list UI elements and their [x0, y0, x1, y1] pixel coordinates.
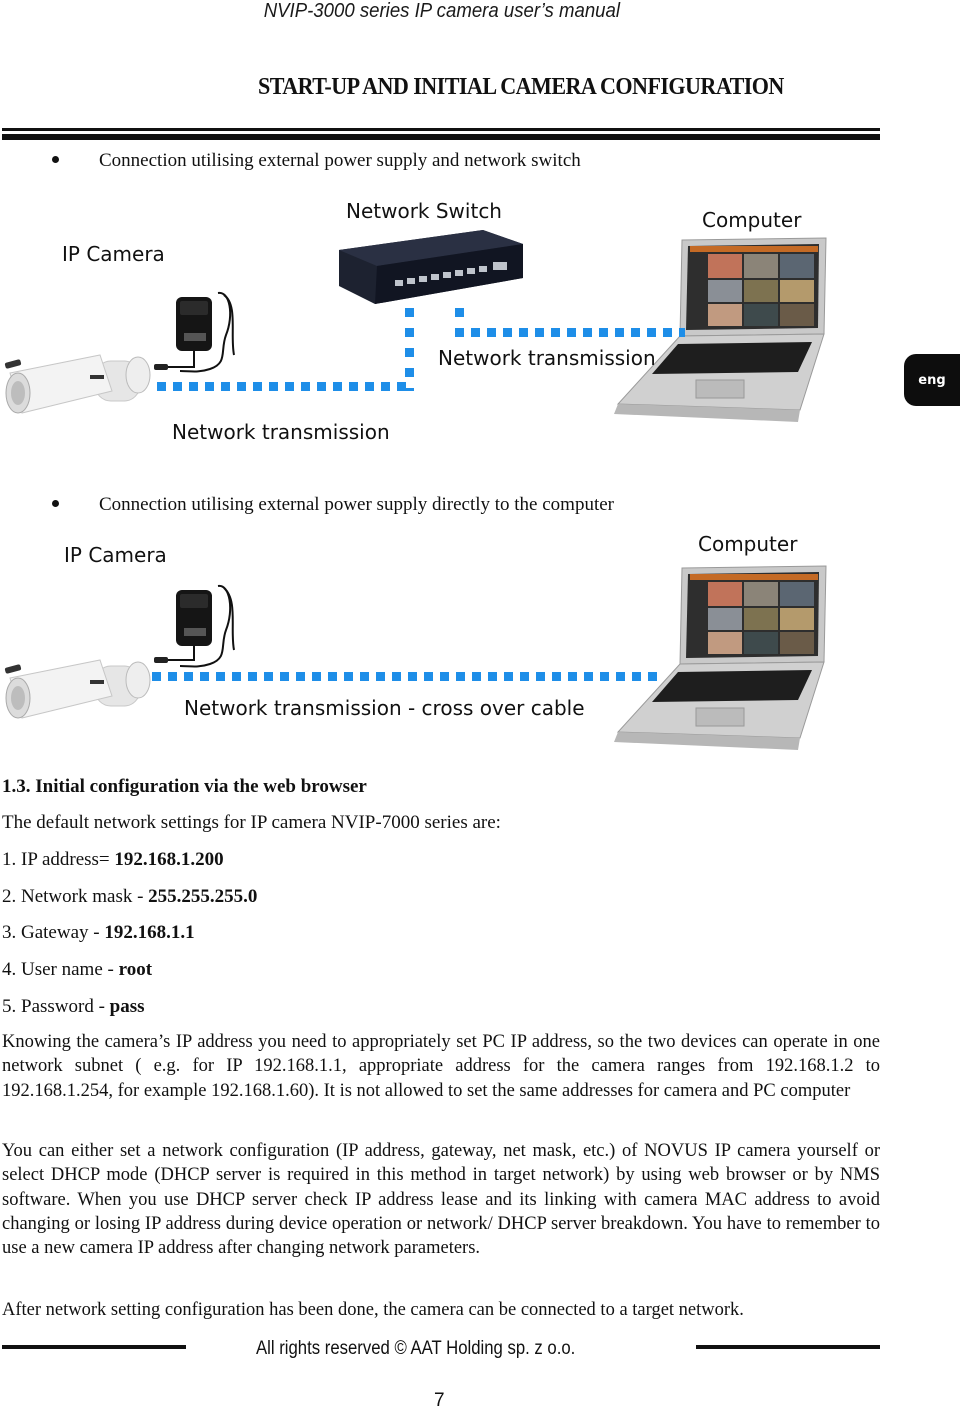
label-link-cross-over: Network transmission - cross over cable — [184, 696, 585, 720]
bullet-item-switch-connection: Connection utilising external power supp… — [52, 150, 581, 172]
setting-password: 5. Password - pass — [2, 996, 145, 1018]
setting-user-name: 4. User name - root — [2, 959, 152, 981]
bullet-icon — [52, 156, 59, 164]
laptop-computer-image — [614, 565, 827, 750]
footer-rule-left — [2, 1345, 186, 1349]
header-rule-thick — [2, 134, 880, 140]
bullet-icon — [52, 500, 59, 508]
label-network-switch: Network Switch — [346, 199, 502, 223]
setting-label: 2. Network mask - — [2, 886, 149, 907]
label-ip-camera: IP Camera — [64, 543, 167, 567]
chapter-title: START-UP AND INITIAL CAMERA CONFIGURATIO… — [258, 74, 784, 100]
paragraph-dhcp: You can either set a network configurati… — [2, 1141, 880, 1259]
ip-camera-image — [4, 354, 151, 414]
running-header: NVIP-3000 series IP camera user’s manual — [263, 0, 621, 22]
link-switch-to-computer — [455, 328, 685, 337]
power-adapter-image — [154, 291, 235, 373]
setting-value: 192.168.1.200 — [114, 849, 224, 870]
setting-label: 4. User name - — [2, 959, 119, 980]
footer-rule-right — [696, 1345, 880, 1349]
setting-label: 5. Password - — [2, 996, 110, 1017]
paragraph-connect: After network setting configuration has … — [2, 1300, 744, 1320]
setting-value: pass — [109, 996, 145, 1017]
page-number: 7 — [434, 1390, 445, 1411]
paragraph-ip-subnet: Knowing the camera’s IP address you need… — [2, 1032, 880, 1101]
bullet-text: Connection utilising external power supp… — [99, 494, 614, 515]
settings-intro: The default network settings for IP came… — [2, 812, 501, 833]
header-rule-thin — [2, 128, 880, 131]
footer-copyright: All rights reserved © AAT Holding sp. z … — [256, 1338, 576, 1359]
label-computer: Computer — [702, 208, 802, 232]
label-computer: Computer — [698, 532, 798, 556]
setting-ip-address: 1. IP address= 192.168.1.200 — [2, 849, 224, 871]
setting-value: root — [118, 959, 153, 980]
setting-label: 1. IP address= — [2, 849, 115, 870]
setting-label: 3. Gateway - — [2, 922, 105, 943]
setting-gateway: 3. Gateway - 192.168.1.1 — [2, 922, 195, 944]
label-link-camera-switch: Network transmission — [172, 420, 390, 444]
setting-network-mask: 2. Network mask - 255.255.255.0 — [2, 886, 257, 908]
label-link-switch-computer: Network transmission — [438, 346, 656, 370]
section-heading: 1.3. Initial configuration via the web b… — [2, 776, 367, 797]
network-switch-image — [339, 230, 523, 304]
setting-value: 192.168.1.1 — [104, 922, 195, 943]
bullet-text: Connection utilising external power supp… — [99, 150, 581, 171]
link-camera-to-switch — [157, 382, 413, 391]
bullet-item-direct-connection: Connection utilising external power supp… — [52, 494, 614, 516]
link-camera-to-computer — [152, 672, 660, 681]
network-diagram-direct: IP Camera Computer Network transmission … — [0, 530, 900, 770]
label-ip-camera: IP Camera — [62, 242, 165, 266]
link-camera-to-switch-vertical — [405, 308, 414, 391]
language-tab[interactable]: eng — [904, 354, 960, 406]
network-diagram-switch: IP Camera Network Switch Computer Networ… — [0, 190, 900, 450]
setting-value: 255.255.255.0 — [148, 886, 258, 907]
language-tab-label: eng — [918, 372, 946, 388]
power-adapter-image — [154, 585, 235, 668]
ip-camera-image — [4, 659, 151, 719]
